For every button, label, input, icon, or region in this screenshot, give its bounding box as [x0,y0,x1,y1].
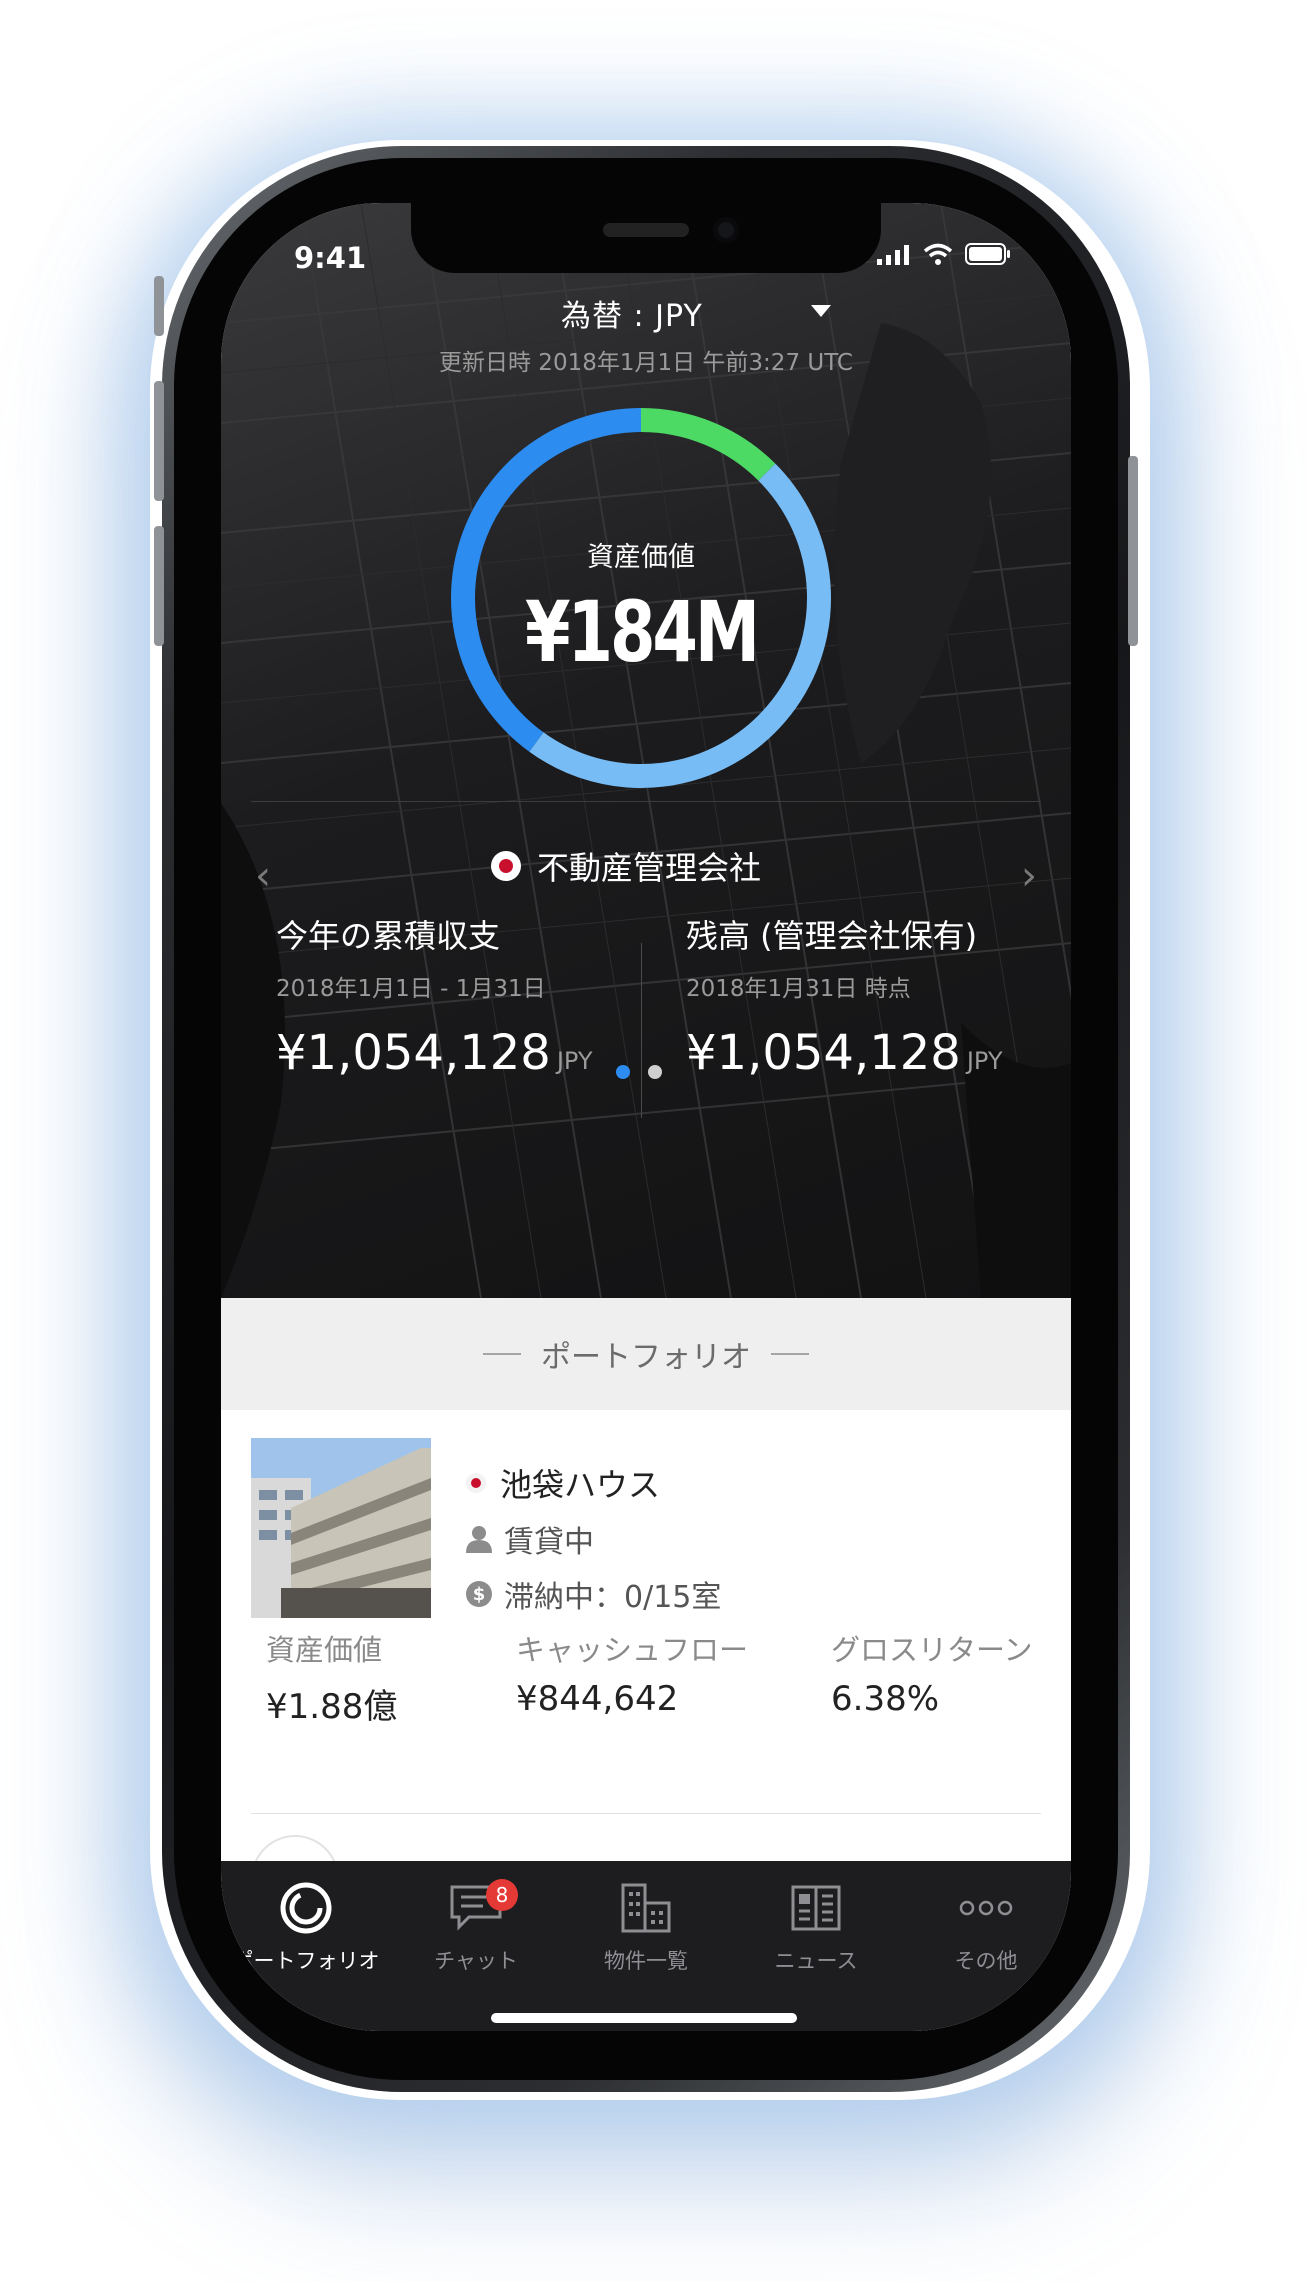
portfolio-section-header: ポートフォリオ [221,1298,1071,1410]
metric-label: キャッシュフロー [516,1633,749,1667]
stat-date: 2018年1月31日 時点 [686,976,911,1002]
tab-label: その他 [954,1949,1018,1973]
tab-label: ポートフォリオ [232,1949,380,1973]
header-divider [251,801,1041,802]
tab-more[interactable]: その他 [901,1879,1071,1975]
page-dot[interactable] [648,1065,662,1079]
stat-amount: ¥1,054,128 [276,1025,551,1081]
dollar-icon: $ [466,1581,492,1607]
header-dash [483,1353,521,1355]
wifi-icon [923,243,953,265]
chevron-left-icon[interactable]: ‹ [255,853,271,899]
stat-value: ¥1,054,128 JPY [686,1025,1003,1081]
property-card[interactable]: 池袋ハウス 賃貸中 $ 滞納中：0/15室 資産価値 ¥1.88億 キャッシュフ… [221,1410,1071,1923]
property-arrears-text: 滞納中：0/15室 [504,1580,722,1615]
updated-timestamp: 更新日時 2018年1月1日 午前3:27 UTC [439,350,853,376]
property-name: 池袋ハウス [500,1466,661,1504]
silent-switch [154,276,164,336]
property-title: 池袋ハウス [466,1460,660,1506]
property-photo [251,1438,431,1618]
page-indicator[interactable] [616,1065,662,1079]
tab-news[interactable]: ニュース [731,1879,901,1975]
stat-date: 2018年1月1日 - 1月31日 [276,976,546,1002]
donut-icon [221,1879,391,1937]
chevron-down-icon[interactable] [811,305,831,317]
stat-value: ¥1,054,128 JPY [276,1025,593,1081]
power-button [1128,456,1138,646]
tab-properties[interactable]: 物件一覧 [561,1879,731,1975]
section-title: ポートフォリオ [541,1340,751,1375]
person-icon [466,1526,492,1553]
metric-cashflow: キャッシュフロー ¥844,642 [516,1627,748,1719]
building-icon [561,1879,731,1937]
currency-selector[interactable]: 為替 : JPY [561,291,703,335]
metric-value: ¥1.88億 [266,1687,398,1727]
ring-segment-blue [451,408,642,752]
chevron-right-icon[interactable]: › [1021,853,1037,899]
header-dash [771,1353,809,1355]
tab-chat[interactable]: 8 チャット [391,1879,561,1975]
metric-label: 資産価値 [266,1633,383,1667]
chat-badge: 8 [486,1879,518,1911]
tab-label: ニュース [774,1949,858,1973]
notch [411,203,881,273]
speaker-grille [603,223,689,237]
tab-label: 物件一覧 [604,1949,688,1973]
stat-unit: JPY [966,1047,1003,1075]
metric-gross-return: グロスリターン 6.38% [831,1627,1033,1719]
page-dot-active[interactable] [616,1065,630,1079]
stat-cumulative: 今年の累積収支 2018年1月1日 - 1月31日 ¥1,054,128 JPY [276,911,593,1081]
front-camera [713,217,739,243]
metric-value: 6.38% [831,1679,940,1719]
metric-asset: 資産価値 ¥1.88億 [266,1627,397,1728]
status-icons [877,243,1011,265]
property-status-text: 賃貸中 [504,1525,594,1560]
chat-icon: 8 [391,1879,561,1937]
ring-segment-green [640,408,776,481]
company-selector[interactable]: 不動産管理会社 [491,843,761,889]
volume-down-button [154,526,164,646]
stat-title: 残高 (管理会社保有) [686,917,978,955]
stat-balance: 残高 (管理会社保有) 2018年1月31日 時点 ¥1,054,128 JPY [686,911,1003,1081]
home-indicator[interactable] [491,2013,797,2023]
tab-label: チャット [434,1949,518,1973]
japan-flag-icon [466,1473,486,1493]
map-header: 9:41 為替 : JPY 更新日時 2018年1月1日 午前3:27 UTC … [221,203,1071,1298]
app-screen: 9:41 為替 : JPY 更新日時 2018年1月1日 午前3:27 UTC … [221,203,1071,2031]
stat-unit: JPY [556,1047,593,1075]
signal-icon [877,245,909,265]
stat-divider [641,943,642,1118]
asset-value-total: ¥184M [525,583,760,681]
property-arrears: $ 滞納中：0/15室 [466,1572,721,1616]
battery-icon [965,243,1010,265]
news-icon [731,1879,901,1937]
stat-title: 今年の累積収支 [276,917,501,955]
more-icon [901,1879,1071,1937]
company-name: 不動産管理会社 [537,849,762,887]
tab-portfolio[interactable]: ポートフォリオ [221,1879,391,1975]
property-status: 賃貸中 [466,1517,594,1561]
metric-value: ¥844,642 [516,1679,679,1719]
card-divider [251,1813,1041,1814]
tab-bar: ポートフォリオ 8 チャット 物件一覧 ニュース その他 [221,1861,1071,2031]
metric-label: グロスリターン [831,1633,1033,1667]
asset-value-label: 資産価値 [587,542,695,573]
japan-flag-icon [491,851,521,881]
volume-up-button [154,381,164,501]
status-time: 9:41 [294,241,367,275]
stat-amount: ¥1,054,128 [686,1025,961,1081]
